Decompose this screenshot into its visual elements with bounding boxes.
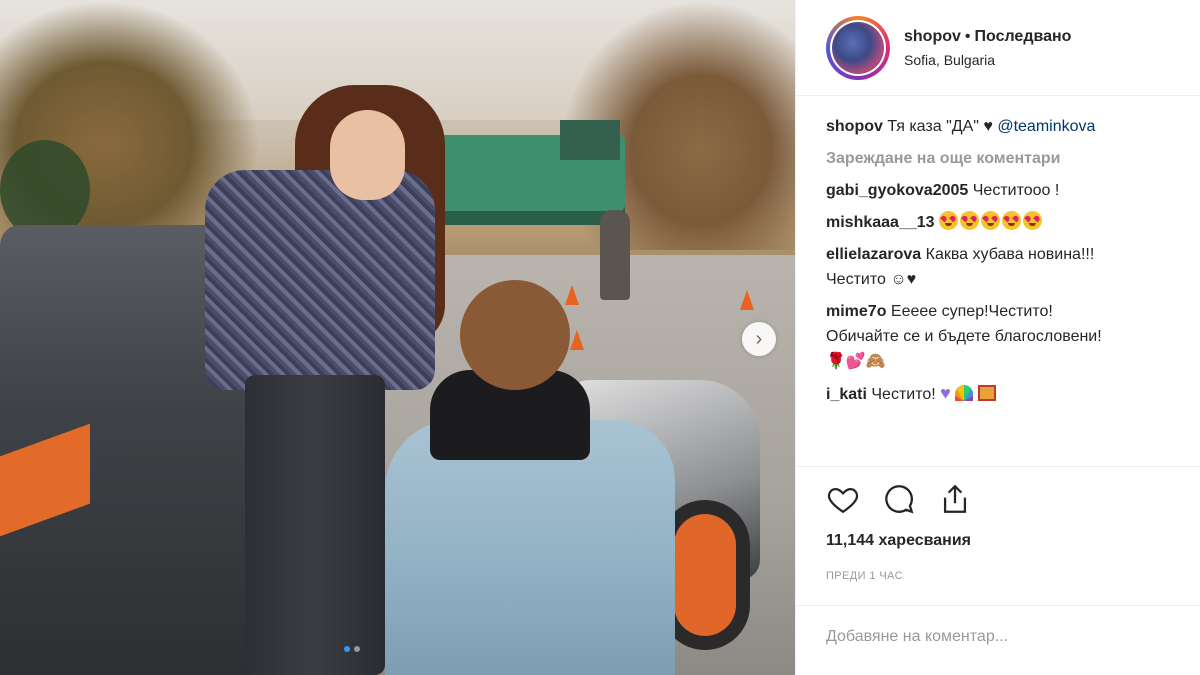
post-actions [826,482,972,516]
share-icon[interactable] [938,482,972,516]
photo-cone [570,330,584,350]
comment-text: Ееееe супер!Честито! [890,303,1053,320]
comment-username[interactable]: ellielazarova [826,246,921,263]
post-photo[interactable]: › [0,0,795,675]
caption-username[interactable]: shopov [826,118,883,135]
comment-divider [796,605,1200,606]
caption-text: Тя каза "ДА" ♥ [887,118,993,135]
follow-status-button[interactable]: Последвано [975,28,1072,45]
comment-text-line2: Обичайте се и бъдете благословени! [826,328,1102,345]
photo-locomotive-cab [560,120,620,160]
post-timestamp: ПРЕДИ 1 ЧАС [826,570,903,582]
list-item: gabi_gyokova2005 Честитооо ! [826,178,1200,203]
post-sidebar: shopov • Последвано Sofia, Bulgaria shopov… [795,0,1200,675]
heart-eyes-emoji-icon [938,211,958,230]
carousel-dot-active [344,646,350,652]
chevron-right-icon: › [755,327,763,350]
photo-bystander [600,210,630,300]
header-separator: • [964,27,971,45]
carousel-dot [354,646,360,652]
gift-icon [977,385,996,401]
photo-cone [565,285,579,305]
post-header: shopov • Последвано Sofia, Bulgaria [796,0,1200,96]
likes-count[interactable]: 11,144 харесвания [826,532,971,550]
comment-username[interactable]: gabi_gyokova2005 [826,182,968,199]
photo-woman-jacket [205,170,435,390]
photo-woman-face [330,110,405,200]
photo-cone [740,290,754,310]
comment-text: Честитооо ! [972,182,1060,199]
heart-eyes-emoji-icon [1001,211,1021,230]
heart-eyes-emoji-icon [1022,211,1042,230]
heart-eyes-emoji-group [938,211,1042,230]
carousel-dots [344,646,360,652]
heart-eyes-emoji-icon [980,211,1000,230]
location-link[interactable]: Sofia, Bulgaria [904,52,1071,68]
comment-emoji-line: 🌹💕🙈 [826,353,886,370]
comment-icon[interactable] [882,482,916,516]
photo-woman-jeans [245,375,385,675]
comment-text: Честито! [871,386,936,403]
avatar-image [832,21,884,74]
caption: shopov Тя каза "ДА" ♥ @teaminkova [826,114,1200,139]
photo-man-head [460,280,570,390]
comment-text-line2: Честито ☺♥ [826,271,917,288]
rainbow-icon [955,385,974,401]
comment-text: Каква хубава новина!!! [925,246,1095,263]
list-item: i_kati Честито! ♥ [826,381,1200,407]
heart-eyes-emoji-icon [959,211,979,230]
heart-icon[interactable] [826,482,860,516]
list-item: mime7o Ееееe супер!Честито! Обичайте се … [826,299,1200,374]
list-item: ellielazarova Каква хубава новина!!! Чес… [826,242,1200,292]
load-more-comments-button[interactable]: Зареждане на още коментари [826,146,1200,171]
actions-divider [796,466,1200,467]
comment-username[interactable]: i_kati [826,386,867,403]
comment-username[interactable]: mime7o [826,303,886,320]
avatar[interactable] [826,15,890,80]
caption-mention[interactable]: @teaminkova [997,118,1095,135]
comments-list: shopov Тя каза "ДА" ♥ @teaminkova Зарежд… [796,96,1200,407]
next-photo-button[interactable]: › [742,322,776,356]
purple-heart-icon: ♥ [940,383,951,403]
comment-username[interactable]: mishkaaa__13 [826,214,935,231]
header-username[interactable]: shopov [904,28,961,45]
add-comment-input[interactable]: Добавяне на коментар... [826,628,1008,646]
list-item: mishkaaa__13 [826,210,1200,235]
